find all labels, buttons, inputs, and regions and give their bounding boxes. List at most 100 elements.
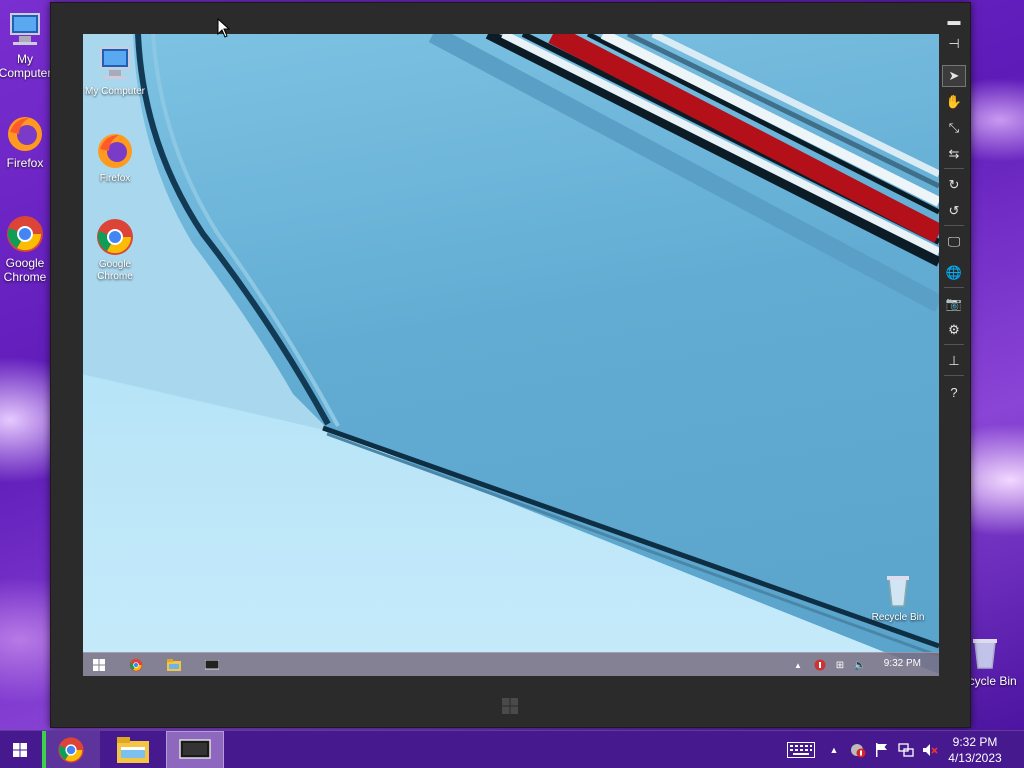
host-icon-label: My Computer	[0, 52, 52, 80]
minimize-button[interactable]: ▬	[942, 9, 966, 31]
windows-start-icon	[13, 743, 27, 757]
toolbar-divider	[944, 344, 964, 345]
taskbar-chrome[interactable]	[42, 731, 100, 768]
clock-time: 9:32 PM	[952, 735, 998, 749]
select-tool-button[interactable]: ➤	[942, 65, 966, 87]
rotate-left-icon: ↺	[948, 203, 960, 218]
viewer-toolbar: ▬ ⊣ ➤ ✋ ⤡ ⇆ ↻ ↺ 🖵 🌐 📷 ⚙ ⊥ ?	[938, 3, 970, 727]
tray-security[interactable]	[848, 731, 868, 768]
remote-icon-my-computer[interactable]: My Computer	[83, 44, 150, 98]
volume-muted-icon	[923, 744, 938, 756]
remote-taskbar-viewer[interactable]	[203, 656, 221, 674]
host-icon-label: Google Chrome	[3, 256, 47, 284]
screenshot-button[interactable]: 📷	[942, 293, 966, 315]
remote-taskbar: ▲ ⊞ 🔈 9:32 PM	[83, 652, 939, 676]
remote-tray-network[interactable]: ⊞	[831, 656, 849, 674]
monitor-icon: 🖵	[947, 234, 961, 249]
remote-icon-label: My Computer	[84, 86, 145, 97]
keyboard-icon	[787, 742, 815, 758]
toolbar-divider	[944, 375, 964, 376]
monitor-icon	[179, 739, 211, 759]
remote-icon-chrome[interactable]: Google Chrome	[83, 217, 150, 283]
tray-network[interactable]	[896, 731, 916, 768]
remote-icon-recycle-bin[interactable]: Recycle Bin	[863, 570, 933, 624]
rotate-right-icon: ↻	[948, 177, 960, 192]
remote-icon-label: Firefox	[99, 173, 131, 184]
toolbar-divider	[944, 225, 964, 226]
shrink-icon: ⤡	[948, 120, 960, 135]
chrome-icon	[58, 737, 84, 763]
chrome-icon	[95, 217, 135, 257]
network-icon: ⊞	[835, 659, 845, 671]
gear-icon: ⚙	[948, 322, 960, 337]
remote-screen[interactable]: My Computer Firefox Google Chrome Recycl…	[83, 34, 939, 676]
web-button[interactable]: 🌐	[942, 262, 966, 284]
folder-icon	[117, 737, 149, 763]
monitor-icon	[205, 660, 219, 670]
pin-button[interactable]: ⊣	[942, 33, 966, 55]
show-hidden-icons-arrow: ▲	[794, 660, 802, 670]
camera-icon: 📷	[945, 296, 963, 311]
windows-logo-icon	[502, 698, 518, 714]
windows-start-icon	[93, 659, 105, 671]
computer-icon	[5, 10, 45, 50]
tray-action-center[interactable]	[872, 731, 892, 768]
help-icon: ?	[950, 384, 958, 400]
running-indicator	[42, 731, 46, 768]
cursor-icon: ➤	[948, 68, 960, 83]
recycle-bin-icon	[965, 632, 1005, 672]
security-icon	[851, 744, 866, 758]
host-taskbar: ▲ 9:32 PM 4/13/2023	[0, 730, 1024, 768]
flag-icon	[876, 743, 887, 757]
taskbar-remote-viewer[interactable]	[166, 731, 224, 768]
pan-tool-button[interactable]: ✋	[942, 91, 966, 113]
tray-volume[interactable]	[920, 731, 940, 768]
show-hidden-icons-button[interactable]: ▲	[826, 731, 842, 768]
remote-icon-label: Recycle Bin	[871, 612, 925, 623]
recycle-bin-icon	[878, 570, 918, 610]
show-hidden-icons-arrow: ▲	[829, 745, 839, 755]
security-icon	[814, 659, 826, 671]
network-icon: ⊥	[948, 353, 960, 368]
display-button[interactable]: 🖵	[942, 231, 966, 253]
remote-tray-volume[interactable]: 🔈	[851, 656, 869, 674]
remote-icon-firefox[interactable]: Firefox	[83, 131, 150, 185]
help-button[interactable]: ?	[942, 381, 966, 403]
computer-icon	[95, 44, 135, 84]
rotate-right-button[interactable]: ↻	[942, 174, 966, 196]
taskbar-clock[interactable]: 9:32 PM 4/13/2023	[940, 734, 1010, 766]
fit-button[interactable]: ⤡	[942, 117, 966, 139]
remote-taskbar-chrome[interactable]	[127, 656, 145, 674]
network-button[interactable]: ⊥	[942, 350, 966, 372]
taskbar-file-explorer[interactable]	[104, 731, 162, 768]
rotate-left-button[interactable]: ↺	[942, 200, 966, 222]
minimize-icon: ▬	[947, 12, 961, 28]
swap-button[interactable]: ⇆	[942, 143, 966, 165]
hand-icon: ✋	[945, 94, 963, 109]
touch-keyboard-button[interactable]	[784, 731, 818, 768]
viewer-windows-button[interactable]	[499, 695, 521, 717]
host-icon-label: Firefox	[6, 156, 44, 170]
remote-icon-label: Google Chrome	[97, 259, 133, 282]
mouse-cursor-icon	[217, 18, 231, 38]
chrome-icon	[5, 214, 45, 254]
remote-start-button[interactable]	[90, 656, 108, 674]
start-button[interactable]	[0, 731, 40, 768]
clock-date: 4/13/2023	[948, 751, 1002, 765]
remote-taskbar-explorer[interactable]	[165, 656, 183, 674]
toolbar-divider	[944, 287, 964, 288]
toolbar-divider	[944, 168, 964, 169]
firefox-icon	[5, 114, 45, 154]
remote-tray-security[interactable]	[811, 656, 829, 674]
remote-clock[interactable]: 9:32 PM	[884, 658, 921, 669]
remote-wallpaper	[83, 34, 939, 676]
settings-button[interactable]: ⚙	[942, 319, 966, 341]
firefox-icon	[95, 131, 135, 171]
chrome-icon	[129, 658, 143, 672]
globe-icon: 🌐	[945, 265, 963, 280]
swap-icon: ⇆	[948, 146, 960, 161]
remote-show-hidden-icons[interactable]: ▲	[789, 656, 807, 674]
pin-icon: ⊣	[948, 36, 960, 51]
volume-icon: 🔈	[853, 659, 867, 671]
remote-viewer-window: ▬ ⊣ ➤ ✋ ⤡ ⇆ ↻ ↺ 🖵 🌐 📷 ⚙ ⊥ ? My Computer …	[50, 2, 971, 728]
